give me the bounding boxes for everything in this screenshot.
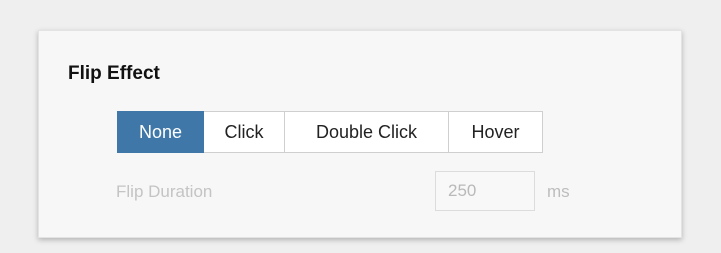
flip-duration-label: Flip Duration: [116, 182, 213, 201]
duration-unit-label: ms: [547, 182, 570, 201]
option-double-click-button[interactable]: Double Click: [285, 111, 449, 153]
flip-effect-segmented-control: None Click Double Click Hover: [117, 111, 543, 153]
option-click-button[interactable]: Click: [204, 111, 285, 153]
flip-duration-input[interactable]: [435, 171, 535, 211]
option-hover-button[interactable]: Hover: [449, 111, 543, 153]
flip-effect-panel: Flip Effect None Click Double Click Hove…: [38, 30, 682, 238]
panel-title: Flip Effect: [68, 63, 160, 84]
option-none-button[interactable]: None: [117, 111, 204, 153]
